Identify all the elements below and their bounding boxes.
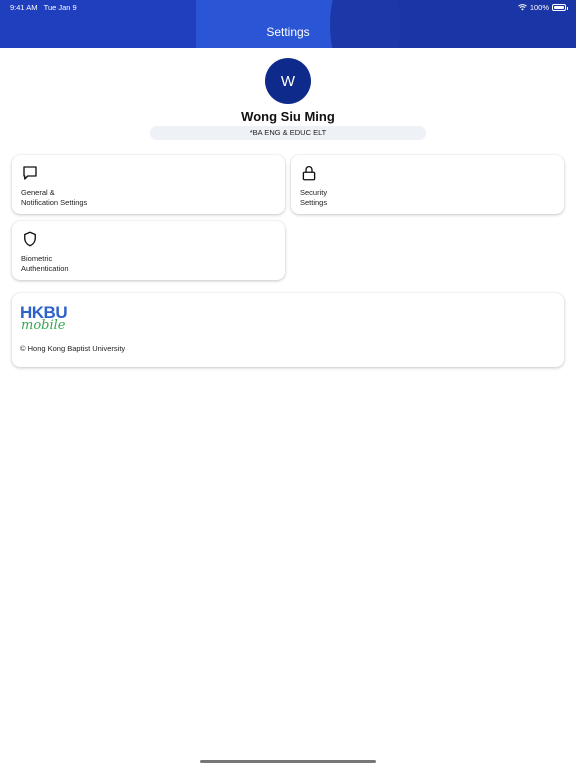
biometric-authentication-card[interactable]: Biometric Authentication [12,221,285,280]
wifi-icon [517,4,527,11]
battery-percent: 100% [529,3,549,12]
battery-icon [552,4,568,11]
security-settings-card[interactable]: Security Settings [291,155,564,214]
lock-icon [302,166,316,181]
biometric-label: Biometric Authentication [21,254,69,273]
general-notification-settings-card[interactable]: General & Notification Settings [12,155,285,214]
page-title: Settings [266,25,310,39]
chat-bubble-icon [23,166,37,180]
avatar-initial: W [280,72,296,90]
about-card: HKBU mobile © Hong Kong Baptist Universi… [12,293,564,367]
status-bar: 9:41 AM Tue Jan 9 100% [0,0,576,14]
header-bar: 9:41 AM Tue Jan 9 100% Settings [0,0,576,48]
shield-icon [24,231,36,247]
logo-text-mobile: mobile [21,318,66,333]
program-badge: *BA ENG & EDUC ELT [150,126,426,140]
hkbu-mobile-logo: HKBU mobile [20,304,74,338]
general-settings-label: General & Notification Settings [21,188,88,207]
user-name: Wong Siu Ming [241,109,335,124]
home-indicator[interactable] [200,760,376,763]
status-time-date: 9:41 AM Tue Jan 9 [10,3,77,12]
security-settings-label: Security Settings [300,188,328,207]
avatar: W [265,58,311,104]
status-date: Tue Jan 9 [43,3,77,12]
status-time: 9:41 AM [10,3,38,12]
copyright-text: © Hong Kong Baptist University [20,344,126,353]
status-indicators: 100% [517,3,568,12]
